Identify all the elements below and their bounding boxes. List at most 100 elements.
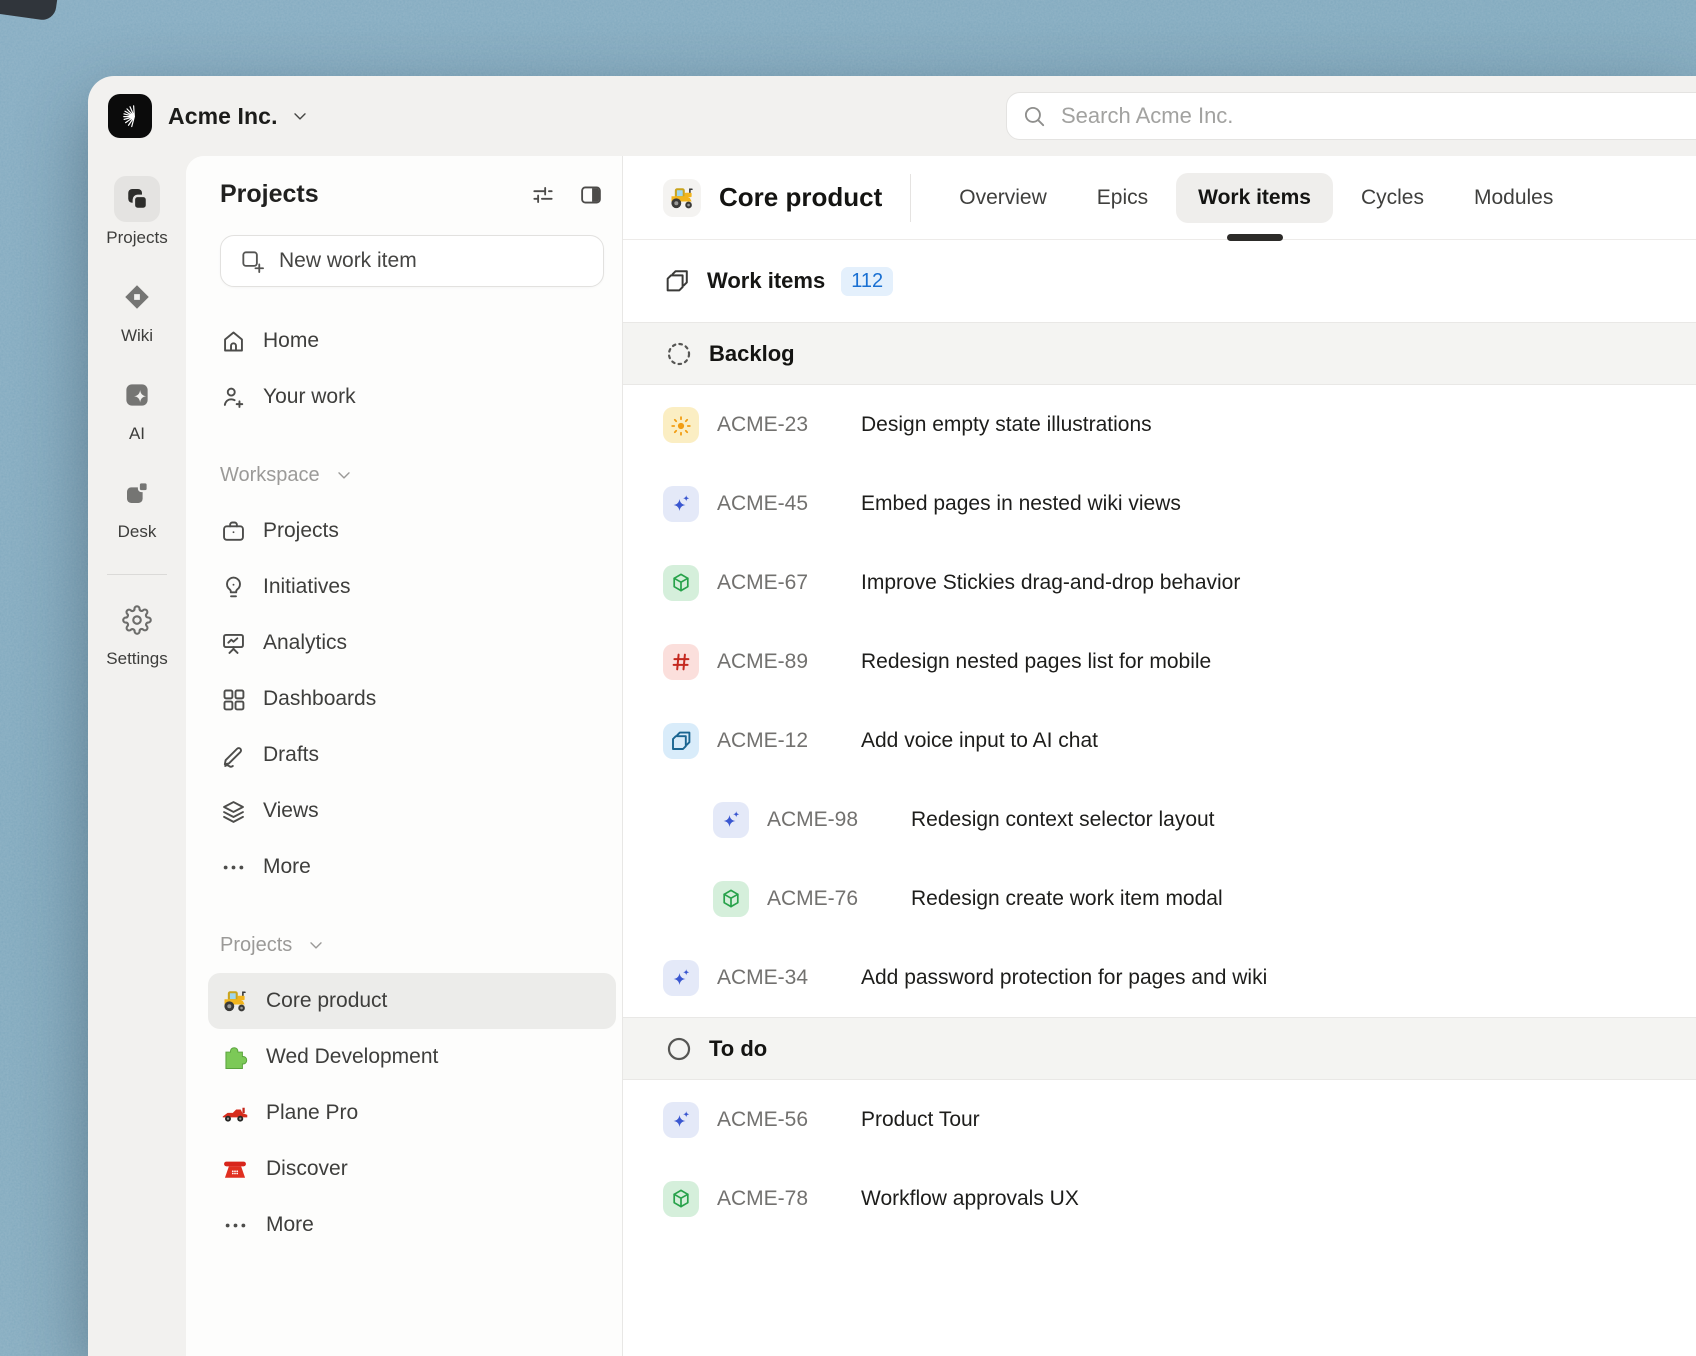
search-input[interactable]: [1059, 102, 1696, 130]
project-title: Core product: [719, 182, 883, 212]
work-item-row-acme-56[interactable]: ACME-56 Product Tour: [623, 1080, 1696, 1159]
gear-icon: [122, 605, 152, 635]
project-icon-tile: [663, 178, 701, 217]
work-items-count-badge: 112: [841, 266, 894, 296]
sparkles-icon: [719, 808, 743, 832]
work-item-row-acme-78[interactable]: ACME-78 Workflow approvals UX: [623, 1159, 1696, 1238]
sparkles-icon: [669, 1108, 693, 1132]
sidebar-project-item-wed-development[interactable]: Wed Development: [208, 1029, 616, 1085]
work-item-row-acme-67[interactable]: ACME-67 Improve Stickies drag-and-drop b…: [623, 543, 1696, 622]
tab-cycles[interactable]: Cycles: [1339, 173, 1446, 223]
work-item-row-acme-23[interactable]: ACME-23 Design empty state illustrations: [623, 385, 1696, 464]
sidebar-item-home[interactable]: Home: [208, 313, 616, 369]
ellipsis-icon: [220, 854, 247, 881]
sidebar-item-analytics[interactable]: Analytics: [208, 615, 616, 671]
cube-icon: [719, 887, 743, 911]
rail-item-settings[interactable]: Settings: [106, 597, 168, 669]
chevron-down-icon[interactable]: [290, 106, 310, 126]
rail-item-desk[interactable]: Desk: [106, 470, 167, 542]
rail-item-projects[interactable]: Projects: [106, 176, 168, 248]
work-item-type-tile: [663, 1101, 699, 1138]
briefcase-icon: [220, 518, 247, 545]
chevron-down-icon: [306, 935, 326, 955]
top-bar: Acme Inc.: [88, 76, 1696, 156]
wiki-diamond-icon: [122, 282, 152, 312]
work-item-type-tile: [663, 485, 699, 522]
sidebar-project-item-plane-pro[interactable]: Plane Pro: [208, 1085, 616, 1141]
sidebar-project-item-more[interactable]: More: [208, 1197, 616, 1253]
chevron-down-icon: [334, 465, 354, 485]
hash-icon: [669, 650, 693, 674]
home-icon: [220, 328, 247, 355]
sparkles-icon: [669, 966, 693, 990]
search-icon: [1021, 103, 1047, 129]
sidebar-item-projects[interactable]: Projects: [208, 503, 616, 559]
acme-logo-icon: [115, 101, 145, 131]
pages-icon: [669, 729, 693, 753]
main-panel: Core product Overview Epics Work items Cycl…: [622, 156, 1696, 1356]
panel-toggle-icon[interactable]: [578, 182, 604, 208]
header-separator: [910, 173, 912, 222]
work-item-type-tile: [663, 1180, 699, 1217]
work-item-row-acme-12[interactable]: ACME-12 Add voice input to AI chat: [623, 701, 1696, 780]
work-item-type-tile: [663, 959, 699, 996]
desk-tile-icon: [122, 478, 152, 508]
sidebar-item-dashboards[interactable]: Dashboards: [208, 671, 616, 727]
new-work-item-button[interactable]: New work item: [220, 235, 604, 287]
sidebar-item-more[interactable]: More: [208, 839, 616, 895]
sidebar-item-initiatives[interactable]: Initiatives: [208, 559, 616, 615]
work-item-type-tile: [663, 643, 699, 680]
lightbulb-icon: [220, 574, 247, 601]
work-item-row-acme-98[interactable]: ACME-98 Redesign context selector layout: [623, 780, 1696, 859]
work-item-type-tile: [663, 564, 699, 601]
desktop: Acme Inc. Projects Wiki AI Desk Settings: [0, 0, 1696, 1356]
circle-icon: [665, 1035, 693, 1063]
sidebar-item-your-work[interactable]: Your work: [208, 369, 616, 425]
tab-work-items[interactable]: Work items: [1176, 172, 1333, 223]
tab-overview[interactable]: Overview: [937, 173, 1069, 223]
square-plus-icon: [239, 248, 265, 274]
group-header-backlog[interactable]: Backlog: [623, 322, 1696, 385]
sidebar-item-drafts[interactable]: Drafts: [208, 727, 616, 783]
work-item-row-acme-45[interactable]: ACME-45 Embed pages in nested wiki views: [623, 464, 1696, 543]
puzzle-icon: [220, 1043, 250, 1071]
work-item-row-acme-34[interactable]: ACME-34 Add password protection for page…: [623, 938, 1696, 1017]
tab-epics[interactable]: Epics: [1075, 173, 1170, 223]
sidebar-project-item-discover[interactable]: Discover: [208, 1141, 616, 1197]
rail-item-ai[interactable]: AI: [106, 372, 167, 444]
tractor-icon: [220, 987, 250, 1015]
sparkles-icon: [669, 492, 693, 516]
ellipsis-icon: [220, 1212, 250, 1239]
presentation-chart-icon: [220, 630, 247, 657]
grid-icon: [220, 686, 247, 713]
sidebar-item-views[interactable]: Views: [208, 783, 616, 839]
workspace-logo[interactable]: [108, 94, 152, 138]
phone-icon: [220, 1155, 250, 1183]
global-search[interactable]: [1006, 92, 1696, 140]
pen-icon: [220, 742, 247, 769]
rail-divider: [107, 574, 167, 575]
cube-icon: [669, 571, 693, 595]
group-header-to-do[interactable]: To do: [623, 1017, 1696, 1080]
work-item-row-acme-76[interactable]: ACME-76 Redesign create work item modal: [623, 859, 1696, 938]
sidebar-title: Projects: [220, 180, 319, 208]
project-header: Core product Overview Epics Work items Cycl…: [623, 156, 1696, 240]
section-header-workspace[interactable]: Workspace: [220, 447, 604, 503]
sun-icon: [669, 413, 693, 437]
sliders-icon[interactable]: [530, 182, 556, 208]
section-header-projects[interactable]: Projects: [220, 917, 604, 973]
ai-tile-icon: [122, 380, 152, 410]
sidebar-project-item-core-product[interactable]: Core product: [208, 973, 616, 1029]
sidebar: Projects New work item Home Your work Wo…: [186, 156, 622, 1356]
layers-icon: [220, 798, 247, 825]
work-items-header: Work items 112: [623, 240, 1696, 322]
user-plus-icon: [220, 384, 247, 411]
tab-modules[interactable]: Modules: [1452, 173, 1575, 223]
work-item-row-acme-89[interactable]: ACME-89 Redesign nested pages list for m…: [623, 622, 1696, 701]
rail-item-wiki[interactable]: Wiki: [106, 274, 167, 346]
work-item-type-tile: [663, 406, 699, 443]
workspace-name[interactable]: Acme Inc.: [168, 103, 278, 130]
stacked-pages-icon: [663, 267, 691, 295]
project-tabs: Overview Epics Work items Cycles Modules: [937, 156, 1581, 239]
tractor-icon: [668, 184, 696, 212]
